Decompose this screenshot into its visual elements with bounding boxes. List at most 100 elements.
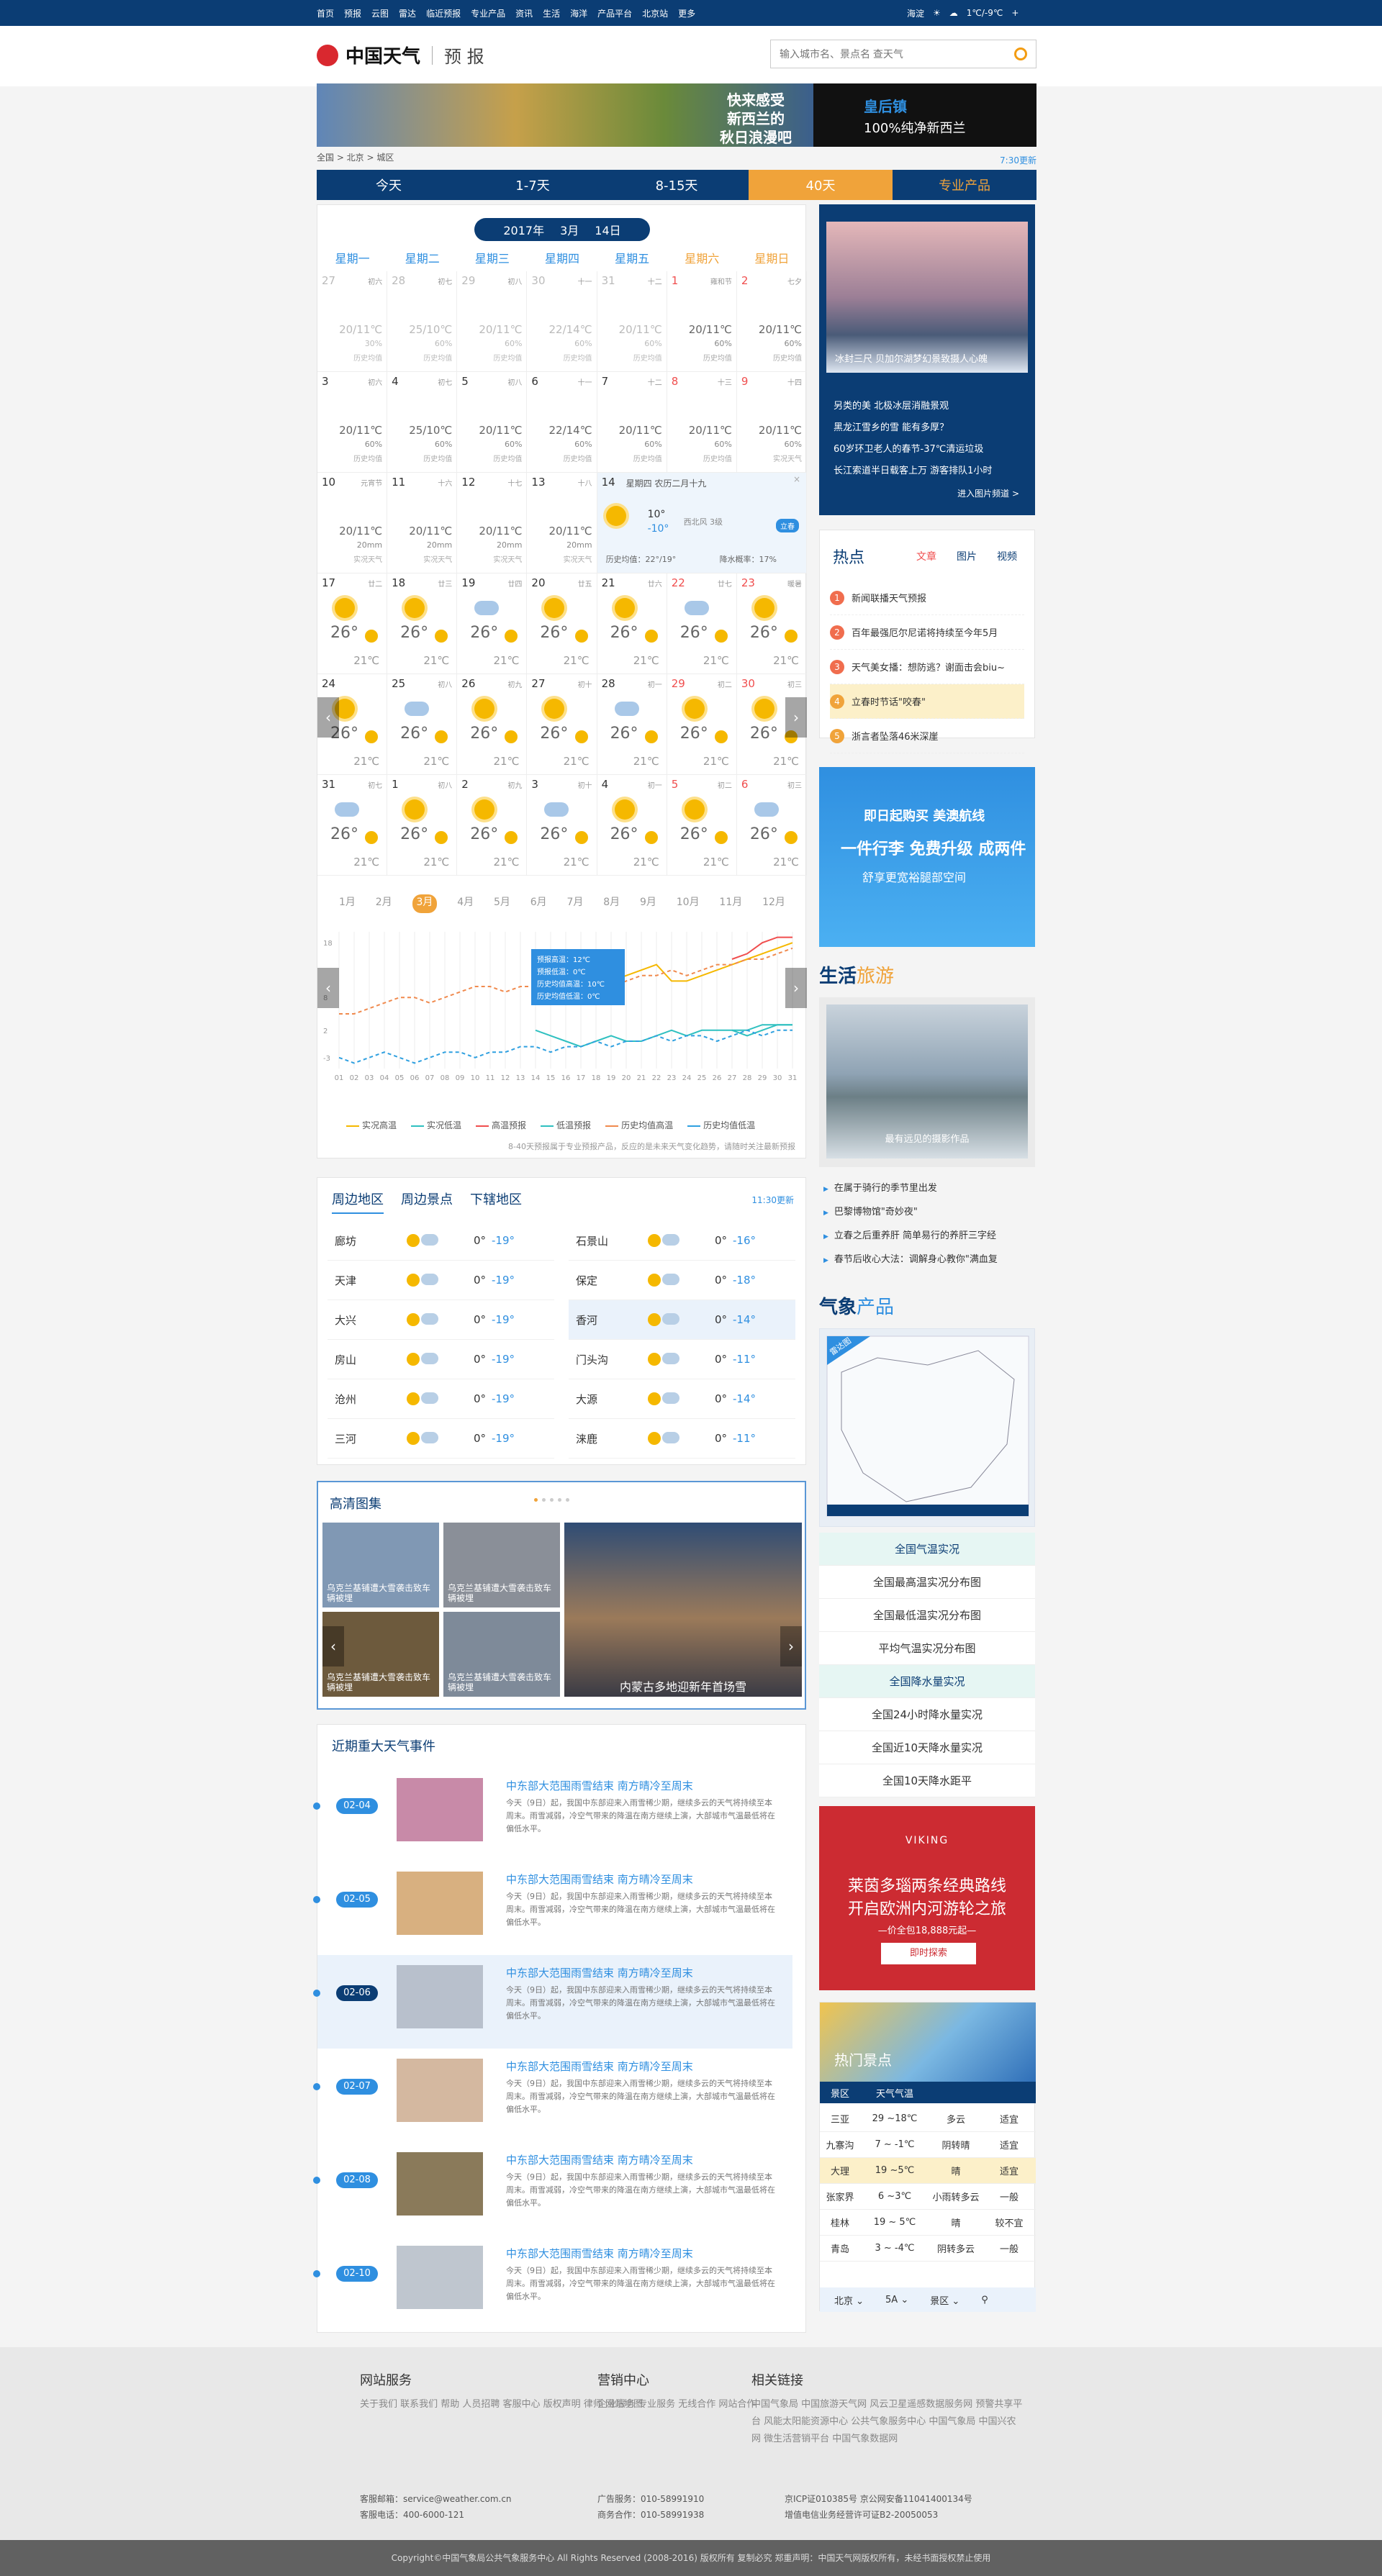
photo-news-item[interactable]: 长江索道半日载客上万 游客排队1小时 [834, 461, 992, 482]
event-headline[interactable]: 中东部大范围雨雪结束 南方晴冷至周末 [506, 1778, 693, 1793]
calendar-day-cell[interactable]: 13 十八 20/11℃ 20mm 实况天气 [527, 473, 597, 573]
ad-banner[interactable]: 快来感受 新西兰的 秋日浪漫吧 皇后镇 100%纯净新西兰 [317, 83, 1036, 147]
gallery-photo[interactable]: 乌克兰基铺遭大雪袭击致车辆被埋 [443, 1612, 560, 1697]
search-icon[interactable]: ⚲ [981, 2295, 988, 2305]
nearby-row[interactable]: 香河 0° -14° [569, 1300, 795, 1340]
calendar-day-cell[interactable]: 2 初九 26° 21℃ [457, 775, 528, 876]
product-link[interactable]: 全国降水量实况 [819, 1665, 1035, 1698]
month-option[interactable]: 8月 [603, 894, 620, 913]
calendar-day-cell[interactable]: 28 初七 25/10℃ 60% 历史均值 [387, 271, 458, 372]
chart-next-arrow[interactable]: › [785, 968, 807, 1008]
year-select[interactable]: 2017年 [503, 221, 544, 238]
product-link[interactable]: 全国最低温实况分布图 [819, 1599, 1035, 1632]
nearby-row[interactable]: 沧州 0° -19° [328, 1379, 554, 1419]
calendar-day-cell[interactable]: 27 初十 26° 21℃ [527, 674, 597, 775]
tab-0[interactable]: 今天 [317, 170, 461, 200]
viking-explore-button[interactable]: 即时探索 [881, 1943, 976, 1964]
calendar-day-cell[interactable]: 31 初七 26° 21℃ [317, 775, 388, 876]
top-nav-item[interactable]: 海洋 [570, 7, 587, 19]
top-nav-item[interactable]: 生活 [543, 7, 560, 19]
gallery-prev-arrow[interactable]: ‹ [322, 1626, 344, 1666]
top-nav-item[interactable]: 专业产品 [471, 7, 505, 19]
day-select[interactable]: 14日 [595, 221, 620, 238]
calendar-day-cell[interactable]: 25 初八 26° 21℃ [387, 674, 458, 775]
product-link[interactable]: 全国近10天降水量实况 [819, 1731, 1035, 1764]
calendar-day-cell[interactable]: 20 廿五 26° 21℃ [527, 573, 597, 674]
tab-4[interactable]: 专业产品 [893, 170, 1036, 200]
event-headline[interactable]: 中东部大范围雨雪结束 南方晴冷至周末 [506, 2246, 693, 2261]
month-option[interactable]: 9月 [640, 894, 656, 913]
nearby-row[interactable]: 大兴 0° -19° [328, 1300, 554, 1340]
calendar-day-cell[interactable]: 17 廿二 26° 21℃ [317, 573, 388, 674]
travel-photo[interactable]: 最有远见的摄影作品 [819, 997, 1035, 1167]
top-nav-item[interactable]: 预报 [344, 7, 361, 19]
gallery-photo-main[interactable]: 内蒙古多地迎新年首场雪 [564, 1523, 802, 1697]
nearby-row[interactable]: 保定 0° -18° [569, 1261, 795, 1300]
nearby-tab[interactable]: 下辖地区 [470, 1189, 522, 1214]
tab-2[interactable]: 8-15天 [605, 170, 749, 200]
hot-tab[interactable]: 视频 [997, 549, 1017, 563]
calendar-day-cell[interactable]: 1 初八 26° 21℃ [387, 775, 458, 876]
month-option[interactable]: 3月 [412, 894, 438, 913]
top-nav-item[interactable]: 云图 [371, 7, 389, 19]
event-item[interactable]: 02-04 中东部大范围雨雪结束 南方晴冷至周末 今天（9日）起，我国中东部迎来入雨… [313, 1768, 792, 1861]
event-item[interactable]: 02-06 中东部大范围雨雪结束 南方晴冷至周末 今天（9日）起，我国中东部迎来入雨… [313, 1955, 792, 2049]
hot-tab[interactable]: 图片 [957, 549, 977, 563]
event-item[interactable]: 02-05 中东部大范围雨雪结束 南方晴冷至周末 今天（9日）起，我国中东部迎来入雨… [313, 1861, 792, 1955]
nearby-tab[interactable]: 周边地区 [332, 1189, 384, 1214]
product-link[interactable]: 平均气温实况分布图 [819, 1632, 1035, 1665]
month-option[interactable]: 7月 [567, 894, 584, 913]
event-image[interactable] [397, 1778, 483, 1841]
search-input[interactable] [771, 40, 1001, 68]
top-nav-item[interactable]: 产品平台 [597, 7, 632, 19]
calendar-day-cell[interactable]: 6 初三 26° 21℃ [736, 775, 807, 876]
calendar-day-cell[interactable]: 4 初七 25/10℃ 60% 历史均值 [387, 372, 458, 473]
month-option[interactable]: 12月 [762, 894, 785, 913]
ad-banner-nz[interactable]: 快来感受 新西兰的 秋日浪漫吧 [317, 83, 813, 147]
filter-select[interactable]: 景区 ⌄ [930, 2293, 959, 2307]
calendar-day-cell[interactable]: 1 雍和节 20/11℃ 60% 历史均值 [667, 271, 737, 372]
ad-banner-queenstown[interactable]: 皇后镇 100%纯净新西兰 [813, 83, 1036, 147]
breadcrumb-path[interactable]: 全国 > 北京 > 城区 [317, 153, 394, 163]
hot-item[interactable]: 2 百年最强厄尔尼诺将持续至今年5月 [830, 615, 1024, 650]
featured-caption[interactable]: 冰封三尺 贝加尔湖梦幻景致摄人心魄 [835, 351, 988, 365]
current-city[interactable]: 海淀 [907, 7, 924, 19]
product-link[interactable]: 全国气温实况 [819, 1533, 1035, 1566]
nearby-row[interactable]: 大源 0° -14° [569, 1379, 795, 1419]
prev-week-arrow[interactable]: ‹ [317, 697, 339, 738]
top-nav-item[interactable]: 首页 [317, 7, 334, 19]
nearby-row[interactable]: 天津 0° -19° [328, 1261, 554, 1300]
event-headline[interactable]: 中东部大范围雨雪结束 南方晴冷至周末 [506, 2152, 693, 2167]
calendar-day-cell[interactable]: 22 廿七 26° 21℃ [667, 573, 737, 674]
radar-map[interactable]: 雷达图 [819, 1328, 1035, 1527]
hot-spot-row[interactable]: 张家界 6 ~3℃ 小雨转多云 一般 [820, 2184, 1036, 2210]
nearby-row[interactable]: 三河 0° -19° [328, 1419, 554, 1459]
calendar-day-cell[interactable]: 28 初一 26° 21℃ [597, 674, 667, 775]
event-image[interactable] [397, 1872, 483, 1935]
featured-photo[interactable] [826, 222, 1028, 373]
gallery-photo[interactable]: 乌克兰基铺遭大雪袭击致车辆被埋 [322, 1523, 439, 1607]
hot-spot-row[interactable]: 大理 19 ~5℃ 晴 适宜 [820, 2158, 1036, 2184]
tab-1[interactable]: 1-7天 [461, 170, 605, 200]
date-selector[interactable]: 2017年 3月 14日 [474, 218, 650, 241]
calendar-day-cell[interactable]: 8 十三 20/11℃ 60% 历史均值 [667, 372, 737, 473]
gallery-next-arrow[interactable]: › [780, 1626, 802, 1666]
tab-3[interactable]: 40天 [749, 170, 893, 200]
calendar-day-cell[interactable]: 6 十一 22/14℃ 60% 历史均值 [527, 372, 597, 473]
travel-item[interactable]: 在属于骑行的季节里出发 [823, 1177, 1032, 1201]
nearby-row[interactable]: 石景山 0° -16° [569, 1221, 795, 1261]
event-image[interactable] [397, 2246, 483, 2309]
event-headline[interactable]: 中东部大范围雨雪结束 南方晴冷至周末 [506, 2059, 693, 2074]
top-nav-item[interactable]: 雷达 [399, 7, 416, 19]
hot-item[interactable]: 1 新闻联播天气预报 [830, 581, 1024, 615]
calendar-day-cell[interactable]: 21 廿六 26° 21℃ [597, 573, 667, 674]
plus-icon[interactable]: + [1011, 8, 1019, 18]
gallery-dots[interactable] [534, 1498, 569, 1502]
top-nav-item[interactable]: 更多 [678, 7, 695, 19]
event-image[interactable] [397, 1965, 483, 2028]
calendar-day-cell[interactable]: 5 初二 26° 21℃ [667, 775, 737, 876]
hot-spot-row[interactable]: 九寨沟 7 ~ -1℃ 阴转晴 适宜 [820, 2132, 1036, 2158]
photo-news-item[interactable]: 另类的美 北极冰层消融景观 [834, 396, 992, 417]
calendar-day-cell[interactable]: 9 十四 20/11℃ 60% 实况天气 [736, 372, 807, 473]
event-item[interactable]: 02-08 中东部大范围雨雪结束 南方晴冷至周末 今天（9日）起，我国中东部迎来入雨… [313, 2142, 792, 2236]
